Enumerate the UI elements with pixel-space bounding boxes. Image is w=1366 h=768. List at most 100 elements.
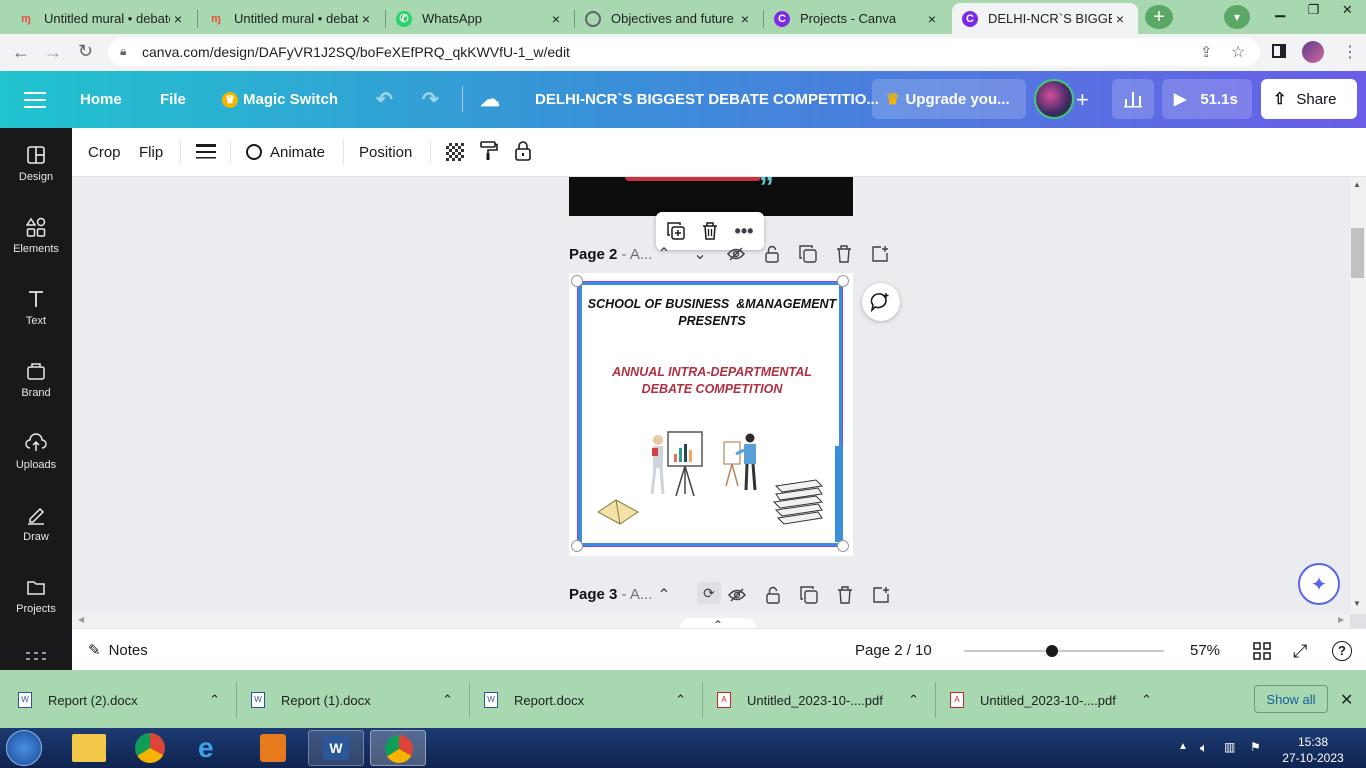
border-style-icon[interactable]	[196, 143, 216, 166]
add-comment-button[interactable]	[862, 283, 900, 321]
browser-tab[interactable]: ɱ Untitled mural • debate ×	[198, 3, 384, 34]
resize-handle[interactable]	[571, 540, 583, 552]
windows-start-button[interactable]	[6, 730, 42, 766]
resize-handle[interactable]	[837, 275, 849, 287]
close-icon[interactable]: ×	[737, 11, 753, 27]
page-2-label[interactable]: Page 2 - A...	[569, 246, 652, 263]
close-icon[interactable]: ×	[924, 11, 940, 27]
resize-handle[interactable]	[571, 275, 583, 287]
insights-icon[interactable]	[1112, 79, 1154, 119]
share-button[interactable]: ⇧ Share	[1261, 79, 1357, 119]
collaborator-avatar[interactable]	[1034, 79, 1074, 119]
show-all-downloads-button[interactable]: Show all	[1254, 685, 1328, 713]
sync-icon[interactable]: ⟳	[697, 582, 721, 604]
delete-icon[interactable]	[700, 221, 720, 241]
chrome-icon[interactable]	[135, 733, 165, 763]
close-icon[interactable]: ×	[1112, 11, 1128, 27]
close-icon[interactable]: ×	[358, 11, 374, 27]
chevron-up-icon[interactable]: ⌃	[209, 692, 220, 708]
tab-search-icon[interactable]: ▾	[1224, 5, 1250, 29]
page-3-label[interactable]: Page 3 - A...	[569, 586, 652, 603]
close-downloads-icon[interactable]: ✕	[1340, 690, 1353, 710]
magic-assistant-button[interactable]: ✦	[1298, 563, 1340, 605]
more-vert-icon[interactable]: ⋮	[1342, 42, 1358, 62]
reload-icon[interactable]: ↻	[78, 41, 93, 62]
chevron-up-icon[interactable]: ⌃	[654, 244, 674, 264]
chevron-up-icon[interactable]: ⌃	[675, 692, 686, 708]
zoom-slider-thumb[interactable]	[1046, 645, 1058, 657]
delete-page-icon[interactable]	[834, 244, 854, 264]
close-icon[interactable]: ×	[548, 11, 564, 27]
redo-icon[interactable]: ↷	[422, 71, 439, 128]
paint-roller-icon[interactable]	[480, 141, 498, 166]
download-item[interactable]: W Report (2).docx ⌃	[18, 680, 234, 720]
apps-grid-icon[interactable]	[26, 650, 46, 664]
hide-page-icon[interactable]	[727, 585, 747, 605]
download-item[interactable]: A Untitled_2023-10-....pdf ⌃	[717, 680, 933, 720]
lock-page-icon[interactable]	[763, 585, 783, 605]
tray-expand-icon[interactable]: ▲	[1178, 741, 1188, 752]
position-button[interactable]: Position	[359, 128, 412, 176]
animate-button[interactable]: Animate	[246, 128, 325, 176]
browser-tab[interactable]: Objectives and future p ×	[575, 3, 763, 34]
new-tab-button[interactable]: +	[1145, 5, 1173, 29]
scroll-left-arrow-icon[interactable]: ◀	[78, 615, 84, 624]
add-page-icon[interactable]	[870, 244, 890, 264]
sidebar-item-text[interactable]: Text	[0, 272, 72, 344]
taskbar-word-button[interactable]: W	[308, 730, 364, 766]
grid-view-icon[interactable]	[1253, 642, 1271, 665]
menu-icon[interactable]	[24, 71, 46, 128]
duplicate-icon[interactable]	[666, 221, 686, 241]
volume-icon[interactable]: 🔈︎	[1200, 740, 1208, 756]
home-button[interactable]: Home	[80, 71, 122, 128]
design-title[interactable]: DELHI-NCR`S BIGGEST DEBATE COMPETITIO...	[535, 71, 879, 128]
download-item[interactable]: A Untitled_2023-10-....pdf ⌃	[950, 680, 1166, 720]
help-icon[interactable]: ?	[1332, 641, 1352, 661]
duplicate-page-icon[interactable]	[799, 585, 819, 605]
window-close-icon[interactable]: ✕	[1342, 2, 1353, 22]
side-panel-icon[interactable]	[1272, 44, 1286, 58]
system-clock[interactable]: 15:38 27-10-2023	[1280, 734, 1346, 766]
download-item[interactable]: W Report (1).docx ⌃	[251, 680, 467, 720]
hide-page-icon[interactable]	[726, 244, 746, 264]
page-indicator[interactable]: Page 2 / 10	[855, 642, 932, 659]
sidebar-item-design[interactable]: Design	[0, 128, 72, 200]
browser-tab[interactable]: ✆ WhatsApp ×	[386, 3, 574, 34]
cloud-saved-icon[interactable]: ☁	[480, 71, 500, 128]
browser-tab[interactable]: C Projects - Canva ×	[764, 3, 950, 34]
restore-icon[interactable]: ❐	[1308, 2, 1320, 22]
share-page-icon[interactable]: ⇪	[1200, 43, 1213, 61]
chevron-up-icon[interactable]: ⌃	[908, 692, 919, 708]
vertical-scroll-thumb[interactable]	[1351, 228, 1364, 278]
close-icon[interactable]: ×	[170, 11, 186, 27]
zoom-level[interactable]: 57%	[1190, 642, 1220, 659]
scroll-right-arrow-icon[interactable]: ▶	[1338, 615, 1344, 624]
magic-switch-button[interactable]: ♛ Magic Switch	[222, 71, 338, 128]
bookmark-star-icon[interactable]: ☆	[1231, 42, 1245, 62]
profile-avatar[interactable]	[1302, 41, 1324, 63]
chevron-up-icon[interactable]: ⌃	[442, 692, 453, 708]
undo-icon[interactable]: ↶	[376, 71, 393, 128]
forward-icon[interactable]: →	[44, 42, 62, 63]
crop-button[interactable]: Crop	[88, 128, 121, 176]
scroll-up-arrow-icon[interactable]: ▲	[1353, 180, 1361, 189]
url-text[interactable]: canva.com/design/DAFyVR1J2SQ/boFeXEfPRQ_…	[142, 44, 570, 60]
back-icon[interactable]: ←	[12, 42, 30, 63]
download-item[interactable]: W Report.docx ⌃	[484, 680, 700, 720]
file-explorer-icon[interactable]	[72, 734, 106, 762]
notes-button[interactable]: ✎ Notes	[88, 641, 148, 660]
delete-page-icon[interactable]	[835, 585, 855, 605]
chevron-up-icon[interactable]: ⌃	[1141, 692, 1152, 708]
present-timer-button[interactable]: ▶ 51.1s	[1162, 79, 1252, 119]
lock-icon[interactable]: 🔒︎	[120, 44, 126, 59]
upgrade-button[interactable]: ♛ Upgrade you...	[872, 79, 1026, 119]
lock-element-icon[interactable]	[514, 140, 532, 167]
browser-tab[interactable]: ɱ Untitled mural • debate ×	[8, 3, 196, 34]
sidebar-item-brand[interactable]: Brand	[0, 344, 72, 416]
sidebar-item-draw[interactable]: Draw	[0, 488, 72, 560]
file-button[interactable]: File	[160, 71, 186, 128]
sidebar-item-elements[interactable]: Elements	[0, 200, 72, 272]
minimize-icon[interactable]: ▁	[1275, 2, 1285, 22]
flip-button[interactable]: Flip	[139, 128, 163, 176]
more-options-icon[interactable]: •••	[734, 221, 754, 241]
